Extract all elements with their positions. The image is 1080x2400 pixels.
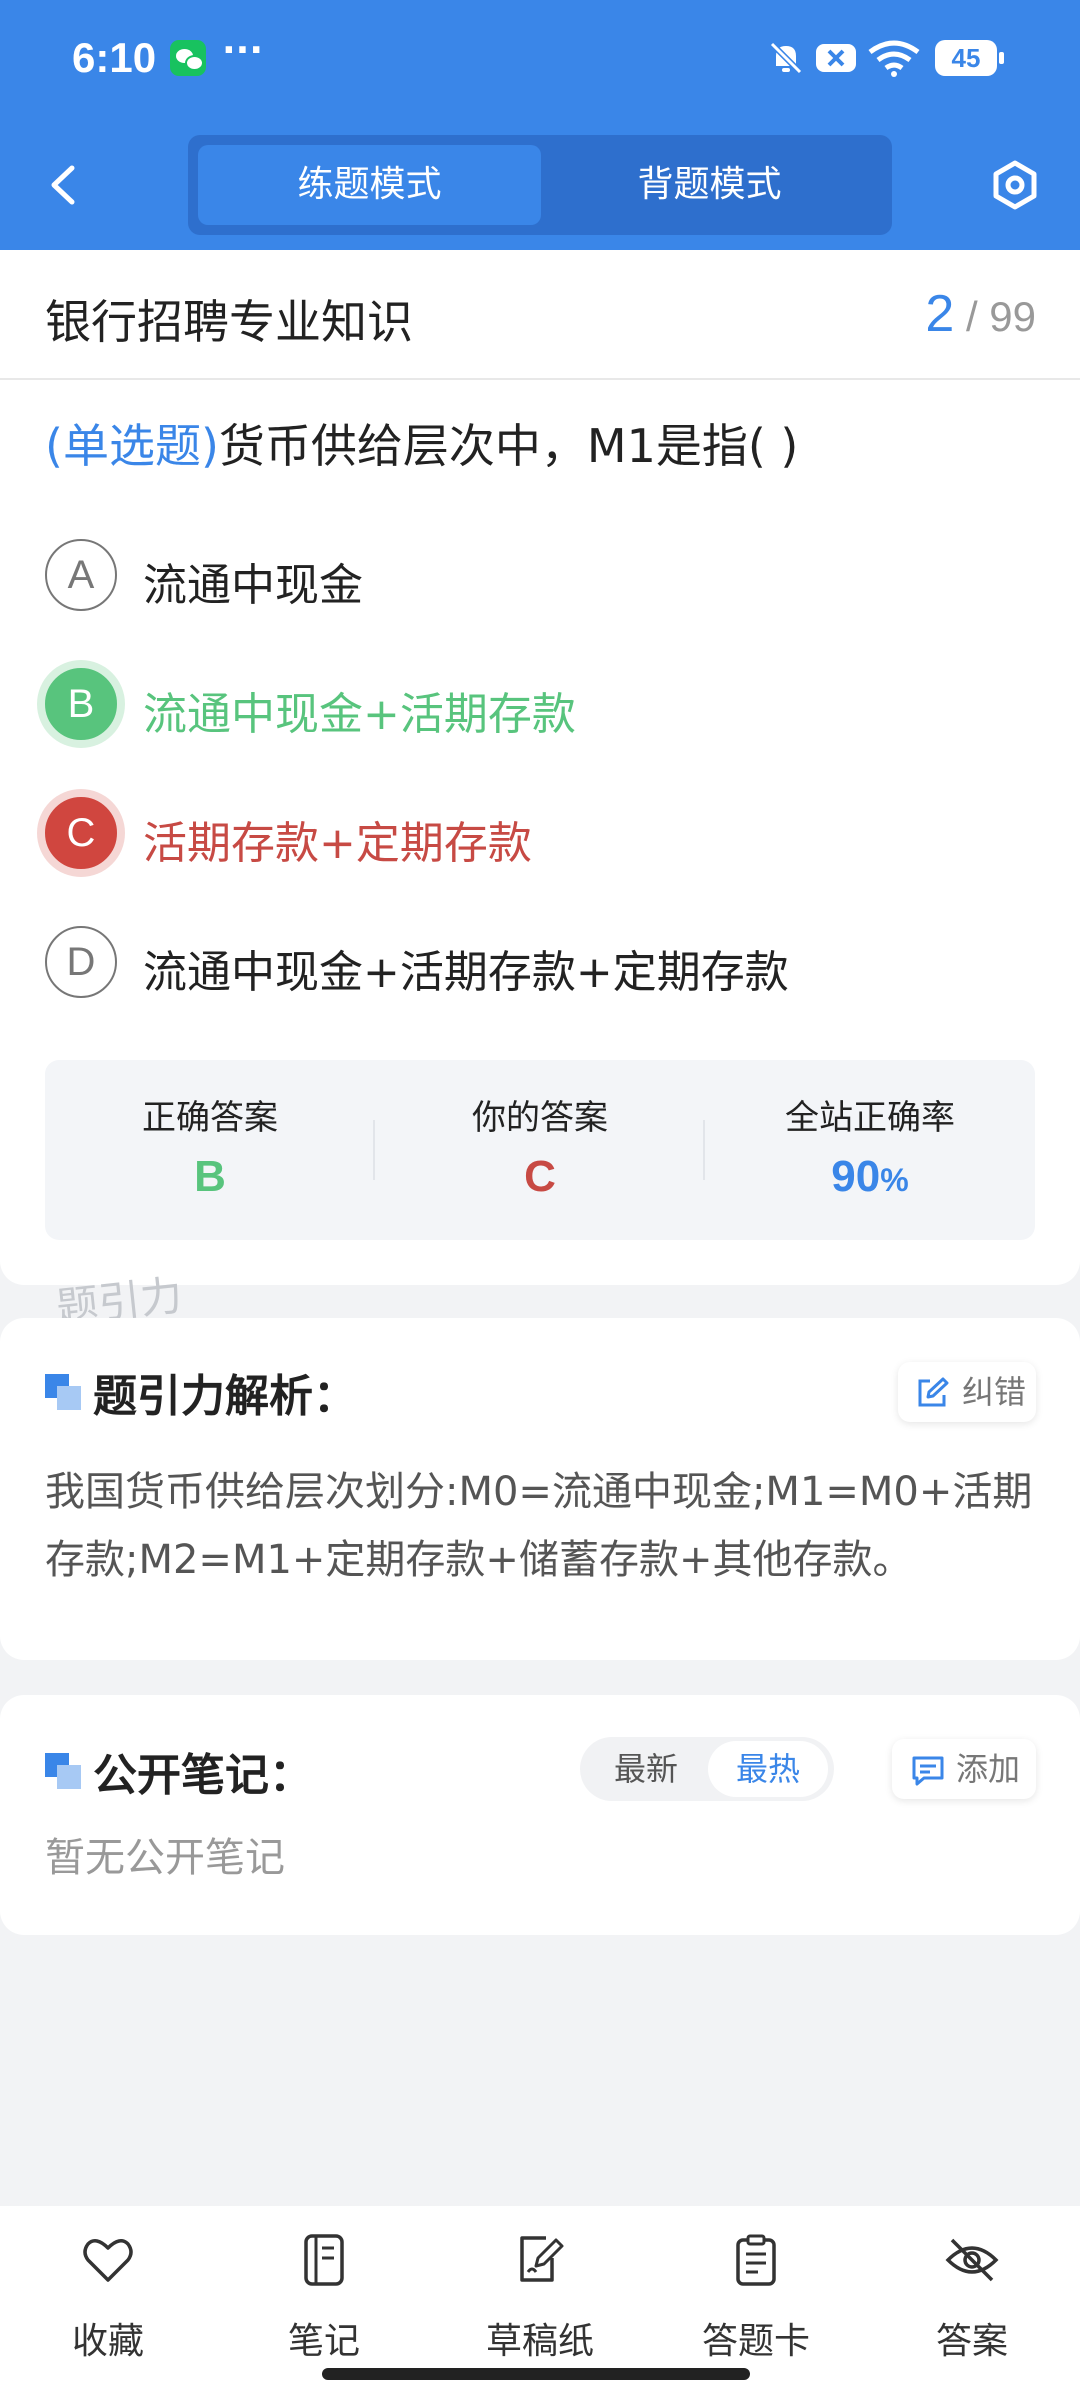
wechat-icon [170, 40, 206, 76]
status-time: 6:10 [72, 34, 157, 81]
analysis-text: 我国货币供给层次划分:M0=流通中现金;M1=M0+活期存款;M2=M1+定期存… [45, 1469, 1033, 1583]
answer-stats-panel: 正确答案 B 你的答案 C 全站正确率 90% [45, 1060, 1035, 1240]
report-error-button[interactable]: 纠错 [898, 1362, 1036, 1422]
option-b[interactable]: B 流通中现金+活期存款 [45, 664, 1035, 744]
accuracy-rate-stat: 全站正确率 90% [705, 1060, 1035, 1240]
option-d[interactable]: D 流通中现金+活期存款+定期存款 [45, 922, 1035, 1002]
your-answer-stat: 你的答案 C [375, 1060, 705, 1240]
total-questions: / 99 [965, 293, 1036, 340]
option-text: 流通中现金+活期存款 [143, 689, 576, 740]
accuracy-rate-unit: % [880, 1162, 909, 1198]
mode-toggle: 练题模式 背题模式 [188, 135, 892, 235]
show-answer-label: 答案 [935, 2321, 1008, 2362]
question-counter: 2 / 99 [925, 284, 1036, 344]
notes-label: 笔记 [287, 2321, 360, 2362]
clipboard-icon [736, 2234, 776, 2286]
answer-card-label: 答题卡 [701, 2321, 810, 2362]
public-notes-card: 公开笔记： 最新 最热 添加 暂无公开笔记 [0, 1695, 1080, 1935]
option-c[interactable]: C 活期存款+定期存款 [45, 793, 1035, 873]
notes-sort-toggle: 最新 最热 [580, 1737, 834, 1801]
back-arrow-icon[interactable] [44, 160, 84, 210]
battery-indicator: 45 [935, 40, 1004, 76]
add-note-label: 添加 [956, 1750, 1021, 1788]
more-notifications-icon: ··· [222, 30, 264, 71]
accuracy-rate-label: 全站正确率 [785, 1098, 955, 1138]
question-card: 银行招聘专业知识 2 / 99 (单选题)货币供给层次中，M1是指( ) A 流… [0, 250, 1080, 1285]
settings-icon[interactable] [990, 160, 1040, 210]
option-letter: B [45, 668, 117, 740]
question-stem: 货币供给层次中，M1是指( ) [218, 419, 799, 473]
option-a[interactable]: A 流通中现金 [45, 535, 1035, 615]
option-text: 活期存款+定期存款 [143, 818, 532, 869]
option-letter: C [45, 797, 117, 869]
scratch-paper-button[interactable]: 草稿纸 [460, 2226, 620, 2362]
current-question-number: 2 [925, 285, 955, 343]
wifi-icon [868, 40, 920, 77]
tab-practice-mode[interactable]: 练题模式 [198, 145, 541, 225]
accuracy-rate-value: 90% [705, 1152, 1035, 1202]
eye-hidden-icon [945, 2238, 999, 2282]
section-icon [45, 1753, 81, 1789]
your-answer-value: C [524, 1152, 556, 1201]
tab-memorize-mode[interactable]: 背题模式 [538, 145, 881, 225]
question-bank-header: 银行招聘专业知识 2 / 99 [0, 250, 1080, 380]
question-text: (单选题)货币供给层次中，M1是指( ) [45, 410, 798, 476]
home-indicator[interactable] [322, 2368, 750, 2380]
bank-title: 银行招聘专业知识 [45, 295, 413, 349]
notebook-icon [304, 2234, 344, 2286]
section-icon [45, 1374, 81, 1410]
question-type-label: (单选题) [45, 419, 219, 473]
public-notes-title: 公开笔记： [93, 1750, 313, 1801]
your-answer-label: 你的答案 [472, 1098, 608, 1138]
favorite-label: 收藏 [71, 2321, 144, 2362]
option-text: 流通中现金 [143, 560, 363, 611]
scratch-paper-icon [520, 2236, 564, 2282]
notes-button[interactable]: 笔记 [244, 2226, 404, 2362]
correct-answer-value: B [194, 1152, 226, 1201]
correct-answer-label: 正确答案 [142, 1098, 278, 1138]
sort-hottest-tab[interactable]: 最热 [708, 1741, 828, 1797]
mute-bell-icon [769, 41, 803, 75]
option-text: 流通中现金+活期存款+定期存款 [143, 947, 789, 998]
answer-card-button[interactable]: 答题卡 [676, 2226, 836, 2362]
correct-answer-stat: 正确答案 B [45, 1060, 375, 1240]
sort-newest-tab[interactable]: 最新 [586, 1741, 706, 1797]
status-bar: 6:10 ··· 45 [0, 0, 1080, 120]
analysis-title: 题引力解析： [93, 1371, 357, 1422]
report-error-label: 纠错 [962, 1373, 1027, 1411]
empty-notes-text: 暂无公开笔记 [45, 1835, 285, 1881]
heart-icon [83, 2239, 133, 2282]
favorite-button[interactable]: 收藏 [28, 2226, 188, 2362]
scratch-paper-label: 草稿纸 [485, 2321, 594, 2362]
option-letter: A [45, 539, 117, 611]
edit-icon [918, 1377, 949, 1407]
option-letter: D [45, 926, 117, 998]
show-answer-button[interactable]: 答案 [892, 2226, 1052, 2362]
comment-icon [912, 1756, 944, 1786]
analysis-card: 题引力解析： 纠错 我国货币供给层次划分:M0=流通中现金;M1=M0+活期存款… [0, 1318, 1080, 1660]
add-note-button[interactable]: 添加 [892, 1739, 1036, 1799]
top-header: 6:10 ··· 45 练题模式 背题模式 [0, 0, 1080, 250]
no-sim-icon [816, 44, 856, 72]
accuracy-rate-number: 90 [831, 1152, 881, 1201]
